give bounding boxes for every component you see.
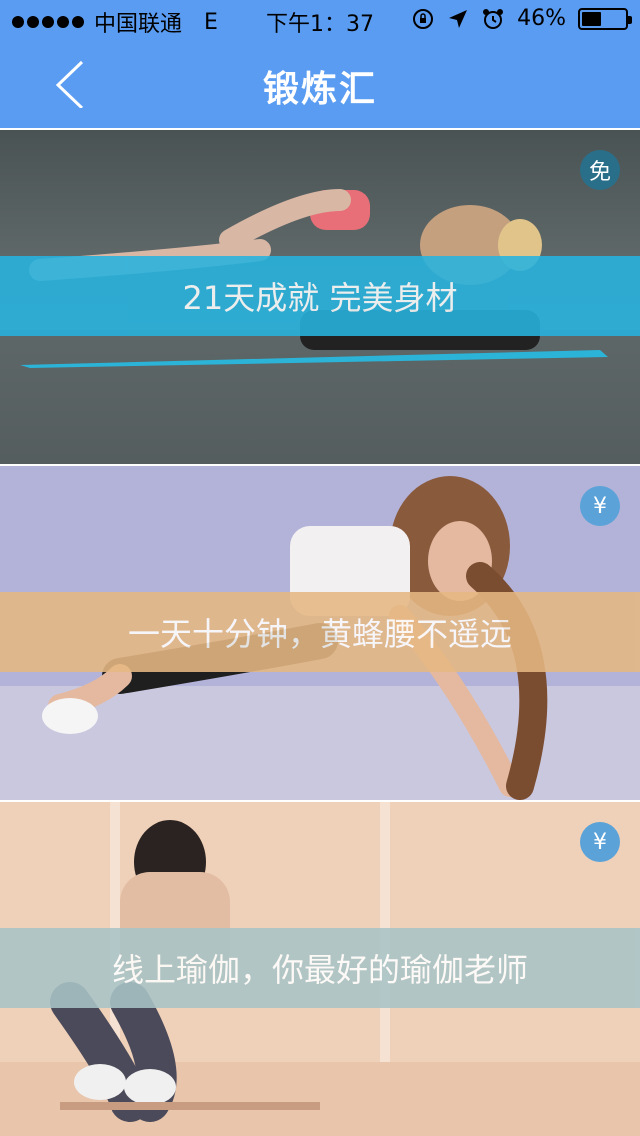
orientation-lock-icon — [413, 8, 434, 29]
course-title-banner-2: 一天十分钟，黄蜂腰不遥远 — [0, 592, 640, 672]
status-right: 46% — [411, 6, 632, 31]
location-arrow-icon — [449, 9, 468, 28]
course-title-2: 一天十分钟，黄蜂腰不遥远 — [127, 615, 512, 653]
price-badge-icon: ¥ — [580, 486, 620, 526]
status-bar: 中国联通 E 下午1：37 46% — [0, 0, 640, 40]
battery-percent: 46% — [517, 6, 566, 31]
nav-bar: 锻炼汇 — [0, 40, 640, 128]
free-badge-icon: 免 — [580, 150, 620, 190]
course-title-3: 线上瑜伽，你最好的瑜伽老师 — [111, 951, 528, 989]
battery-icon — [578, 7, 632, 30]
course-card-1[interactable]: 21天成就 完美身材 免 — [0, 130, 640, 464]
course-card-3[interactable]: 线上瑜伽，你最好的瑜伽老师 ¥ — [0, 802, 640, 1136]
page-title: 锻炼汇 — [262, 69, 377, 110]
course-title-banner-1: 21天成就 完美身材 — [0, 256, 640, 336]
battery-level-fill — [582, 11, 602, 26]
price-badge-icon: ¥ — [580, 822, 620, 862]
course-title-banner-3: 线上瑜伽，你最好的瑜伽老师 — [0, 928, 640, 1008]
course-card-2[interactable]: 一天十分钟，黄蜂腰不遥远 ¥ — [0, 466, 640, 800]
alarm-icon — [483, 8, 504, 29]
course-title-1: 21天成就 完美身材 — [182, 279, 458, 317]
